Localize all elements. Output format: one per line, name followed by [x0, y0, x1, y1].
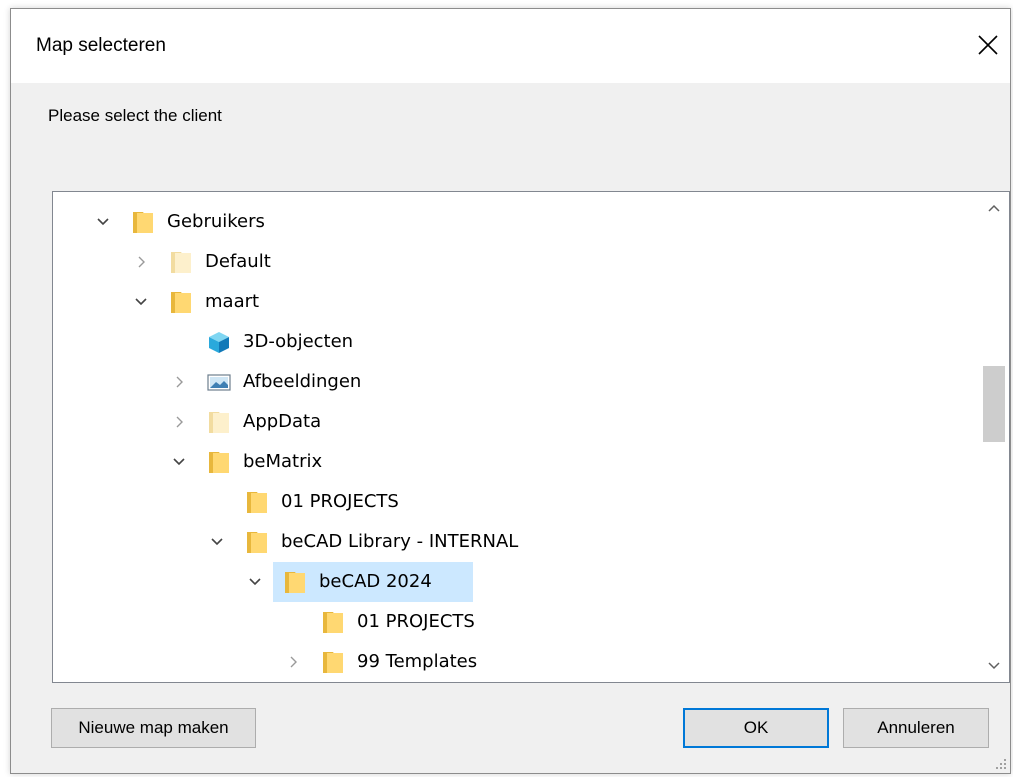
tree-item[interactable]: beMatrix — [53, 442, 979, 482]
folder-icon — [247, 492, 267, 513]
chevron-right-icon[interactable] — [133, 254, 149, 270]
chevron-up-icon — [988, 204, 1000, 212]
cancel-button[interactable]: Annuleren — [843, 708, 989, 748]
close-icon — [978, 35, 998, 55]
3d-objects-icon — [209, 332, 229, 353]
tree-item-label: 01 PROJECTS — [357, 611, 475, 632]
tree-item[interactable]: Gebruikers — [53, 202, 979, 242]
new-folder-button[interactable]: Nieuwe map maken — [51, 708, 256, 748]
tree-item[interactable]: beCAD 2024 — [53, 562, 979, 602]
tree-item-label: beMatrix — [243, 451, 323, 472]
tree-item-label: 99 Templates — [357, 651, 478, 672]
folder-icon — [285, 572, 305, 593]
close-button[interactable] — [968, 25, 1008, 65]
tree-item-label: Afbeeldingen — [243, 371, 362, 392]
chevron-down-icon[interactable] — [171, 454, 187, 470]
folder-select-dialog: Map selecteren Please select the client … — [10, 8, 1011, 774]
folder-icon — [323, 612, 343, 633]
folder-icon — [133, 212, 153, 233]
folder-icon — [171, 292, 191, 313]
pictures-icon — [207, 374, 231, 391]
tree-item-label: Gebruikers — [167, 211, 265, 232]
chevron-right-icon[interactable] — [171, 414, 187, 430]
chevron-right-icon[interactable] — [285, 654, 301, 670]
scroll-thumb[interactable] — [983, 366, 1005, 442]
tree-item-label: AppData — [243, 411, 322, 432]
ok-button[interactable]: OK — [683, 708, 829, 748]
dialog-prompt: Please select the client — [48, 106, 222, 125]
chevron-down-icon — [988, 662, 1000, 670]
folder-icon — [209, 452, 229, 473]
chevron-right-icon[interactable] — [171, 374, 187, 390]
tree-item[interactable]: 99 Templates — [53, 642, 979, 682]
tree-item-label: beCAD 2024 — [319, 571, 432, 592]
tree-item[interactable]: maart — [53, 282, 979, 322]
tree-item[interactable]: 3D-objecten — [53, 322, 979, 362]
chevron-down-icon[interactable] — [95, 214, 111, 230]
folder-faded-icon — [209, 412, 229, 433]
tree-item[interactable]: AppData — [53, 402, 979, 442]
folder-icon — [323, 652, 343, 673]
scroll-up-button[interactable] — [986, 200, 1002, 216]
folder-faded-icon — [171, 252, 191, 273]
tree-item[interactable]: beCAD Library - INTERNAL — [53, 522, 979, 562]
tree-item-label: beCAD Library - INTERNAL — [281, 531, 519, 552]
tree-item-label: 01 PROJECTS — [281, 491, 399, 512]
tree-item[interactable]: 01 PROJECTS — [53, 482, 979, 522]
title-bar: Map selecteren — [11, 9, 1010, 83]
resize-grip-icon[interactable] — [995, 758, 1007, 770]
chevron-down-icon[interactable] — [133, 294, 149, 310]
tree-item-label: maart — [205, 291, 260, 312]
folder-tree[interactable]: Gebruikers Default maart 3D-objecten Afbeeld… — [52, 191, 1010, 683]
chevron-down-icon[interactable] — [247, 574, 263, 590]
tree-item[interactable]: Default — [53, 242, 979, 282]
scroll-down-button[interactable] — [986, 658, 1002, 674]
window-title: Map selecteren — [36, 35, 166, 56]
tree-item[interactable]: 01 PROJECTS — [53, 602, 979, 642]
tree-item[interactable]: Afbeeldingen — [53, 362, 979, 402]
vertical-scrollbar[interactable] — [979, 192, 1009, 682]
tree-item-label: 3D-objecten — [243, 331, 354, 352]
folder-icon — [247, 532, 267, 553]
tree-item-label: Default — [205, 251, 271, 272]
chevron-down-icon[interactable] — [209, 534, 225, 550]
